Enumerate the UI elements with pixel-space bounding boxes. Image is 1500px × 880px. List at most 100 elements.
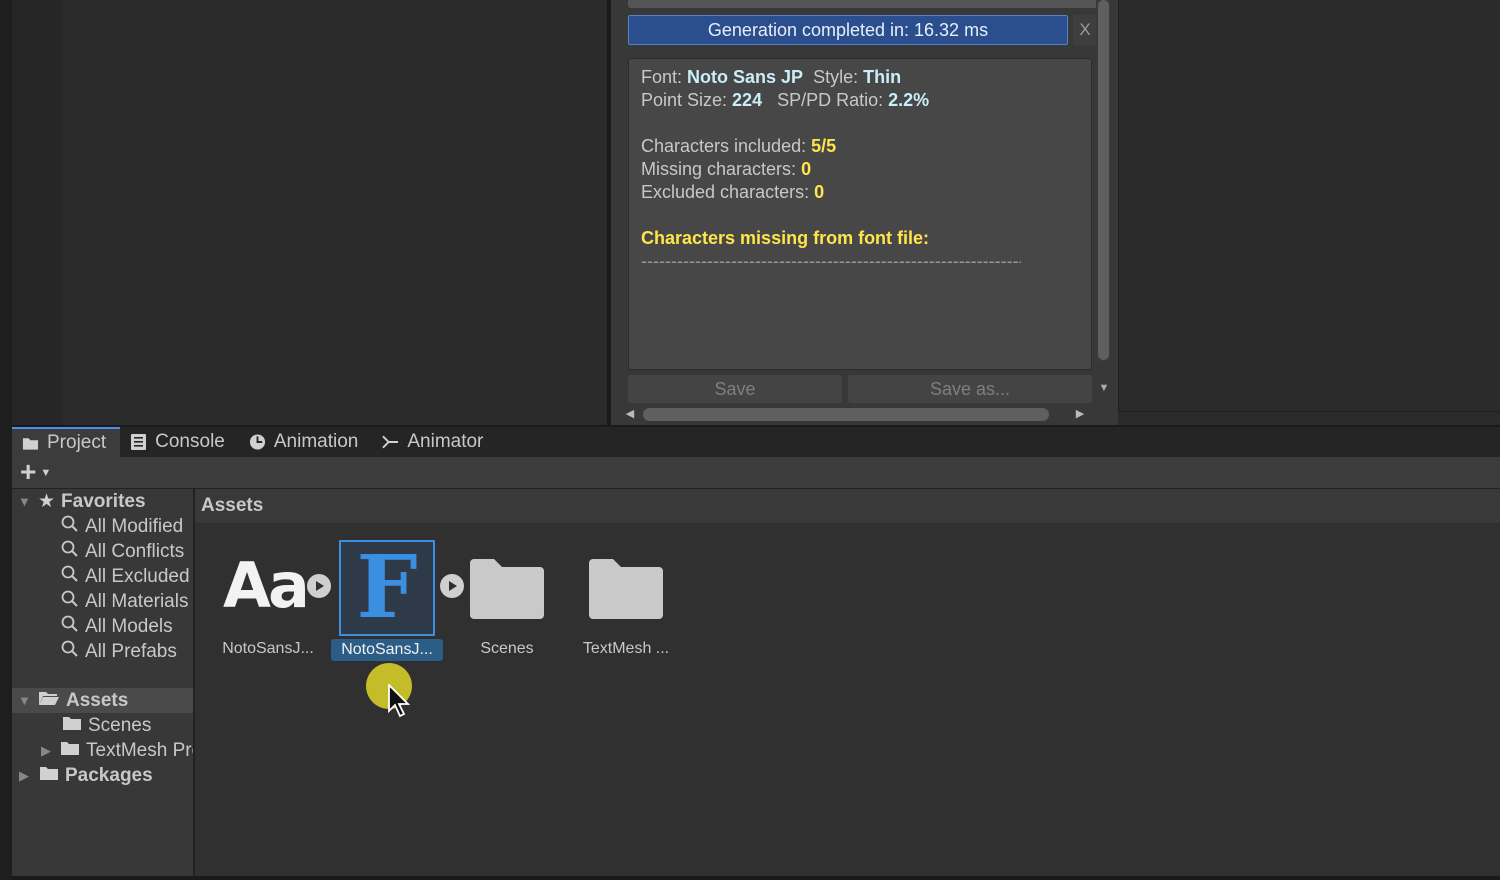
tab-project[interactable]: Project xyxy=(12,427,121,457)
missing-label: Missing characters: xyxy=(641,159,802,179)
chevron-down-icon: ▼ xyxy=(40,467,52,479)
tree-assets[interactable]: ▼ Assets xyxy=(12,688,193,713)
tree-item-label: TextMesh Pro xyxy=(86,739,193,761)
search-icon xyxy=(61,615,79,639)
asset-textmesh-folder[interactable]: TextMesh ... xyxy=(567,539,685,669)
tree-item-label: All Prefabs xyxy=(85,640,177,662)
tree-packages-label: Packages xyxy=(65,764,153,786)
animator-icon xyxy=(382,434,399,451)
asset-font-file[interactable]: Aa NotoSansJ... xyxy=(209,539,331,669)
excluded-label: Excluded characters: xyxy=(641,182,815,202)
font-file-icon: Aa xyxy=(223,549,310,622)
tree-item-all-prefabs[interactable]: All Prefabs xyxy=(12,639,193,664)
font-value: Noto Sans JP xyxy=(687,67,804,87)
tree-item-label: All Conflicts xyxy=(85,540,185,562)
tree-assets-label: Assets xyxy=(66,689,129,711)
horizontal-scroll-thumb[interactable] xyxy=(643,408,1049,421)
excluded-value: 0 xyxy=(814,182,825,202)
excluded-line: Excluded characters: 0 xyxy=(641,181,1079,204)
clock-icon xyxy=(249,434,266,451)
expand-triangle-icon[interactable]: ▶ xyxy=(41,743,51,759)
expand-triangle-icon[interactable]: ▼ xyxy=(18,494,31,509)
generate-font-atlas-button[interactable] xyxy=(628,0,1098,8)
close-status-button[interactable]: X xyxy=(1073,15,1097,45)
tab-animator[interactable]: Animator xyxy=(372,427,497,457)
folder-icon xyxy=(62,715,82,737)
included-label: Characters included: xyxy=(641,136,812,156)
font-label: Font: xyxy=(641,67,688,87)
save-buttons-row: Save Save as... xyxy=(628,375,1093,403)
included-value: 5/5 xyxy=(811,136,837,156)
tab-console[interactable]: Console xyxy=(120,427,239,457)
style-value: Thin xyxy=(863,67,902,87)
font-atlas-creator-panel: Generation completed in: 16.32 ms X Font… xyxy=(611,0,1118,425)
tree-item-all-conflicts[interactable]: All Conflicts xyxy=(12,539,193,564)
open-folder-icon xyxy=(38,690,60,712)
style-label: Style: xyxy=(813,67,864,87)
console-icon xyxy=(130,434,147,451)
folder-icon xyxy=(22,435,39,452)
tab-animation-label: Animation xyxy=(273,431,359,452)
expand-triangle-icon[interactable]: ▶ xyxy=(18,768,30,784)
generation-report: Font: Noto Sans JP Style: Thin Point Siz… xyxy=(628,58,1092,370)
tree-item-label: Scenes xyxy=(88,714,152,736)
search-icon xyxy=(61,540,79,564)
missing-line: Missing characters: 0 xyxy=(641,158,1079,181)
asset-label: NotoSansJ... xyxy=(222,640,314,657)
tree-item-all-materials[interactable]: All Materials xyxy=(12,589,193,614)
tree-item-all-modified[interactable]: All Modified xyxy=(12,514,193,539)
tree-packages[interactable]: ▶ Packages xyxy=(12,763,193,788)
search-icon xyxy=(61,590,79,614)
expand-triangle-icon[interactable]: ▼ xyxy=(18,693,31,708)
tree-item-label: All Models xyxy=(85,615,173,637)
tab-animation[interactable]: Animation xyxy=(239,427,373,457)
tree-item-textmesh[interactable]: ▶ TextMesh Pro xyxy=(12,738,193,763)
scroll-left-icon[interactable]: ◀ xyxy=(623,406,637,422)
assets-breadcrumb: Assets xyxy=(195,489,1500,523)
asset-label: TextMesh ... xyxy=(582,640,670,657)
folder-icon xyxy=(39,765,59,787)
inspector-area xyxy=(1118,0,1500,425)
vertical-scroll-thumb[interactable] xyxy=(1098,0,1109,360)
save-as-button[interactable]: Save as... xyxy=(848,375,1092,403)
scroll-down-icon[interactable]: ▼ xyxy=(1097,382,1111,396)
add-asset-button[interactable]: + ▼ xyxy=(20,456,66,487)
tab-console-label: Console xyxy=(155,431,225,452)
tree-item-all-excluded[interactable]: All Excluded xyxy=(12,564,193,589)
project-toolbar: + ▼ xyxy=(12,456,1500,489)
scene-view[interactable] xyxy=(62,0,607,425)
asset-label: Scenes xyxy=(480,640,534,657)
inspector-panel[interactable] xyxy=(1118,0,1500,412)
asset-font-asset-selected[interactable]: F NotoSansJ... xyxy=(323,539,464,669)
save-button[interactable]: Save xyxy=(628,375,842,403)
included-line: Characters included: 5/5 xyxy=(641,135,1079,158)
folder-icon xyxy=(60,740,80,762)
asset-scenes-folder[interactable]: Scenes xyxy=(448,539,566,669)
star-icon: ★ xyxy=(38,491,56,512)
tab-animator-label: Animator xyxy=(407,431,484,452)
horizontal-scrollbar[interactable]: ◀ ▶ xyxy=(623,406,1093,422)
separator-dashes: ----------------------------------------… xyxy=(641,251,1021,271)
folder-icon xyxy=(468,557,546,626)
tree-item-label: All Excluded xyxy=(85,565,190,587)
tree-item-scenes[interactable]: Scenes xyxy=(12,713,193,738)
tree-item-all-models[interactable]: All Models xyxy=(12,614,193,639)
tab-project-label: Project xyxy=(47,432,107,453)
ratio-label: SP/PD Ratio: xyxy=(777,90,889,110)
window-bottom-edge xyxy=(12,876,1500,880)
point-size-label: Point Size: xyxy=(641,90,733,110)
mouse-pointer-icon xyxy=(388,682,411,723)
tree-item-label: All Materials xyxy=(85,590,189,612)
point-size-line: Point Size: 224 SP/PD Ratio: 2.2% xyxy=(641,89,1079,112)
folder-icon xyxy=(587,557,665,626)
ratio-value: 2.2% xyxy=(888,90,930,110)
vertical-scrollbar[interactable] xyxy=(1096,0,1110,362)
missing-chars-title: Characters missing from font file: xyxy=(641,228,930,248)
generation-status-bar: Generation completed in: 16.32 ms xyxy=(628,15,1068,45)
point-size-value: 224 xyxy=(732,90,763,110)
search-icon xyxy=(61,565,79,589)
plus-icon: + xyxy=(20,456,37,487)
scroll-right-icon[interactable]: ▶ xyxy=(1073,406,1087,422)
tree-favorites[interactable]: ▼ ★ Favorites xyxy=(12,489,193,514)
project-tree: ▼ ★ Favorites All Modified All Conflicts… xyxy=(12,489,193,876)
